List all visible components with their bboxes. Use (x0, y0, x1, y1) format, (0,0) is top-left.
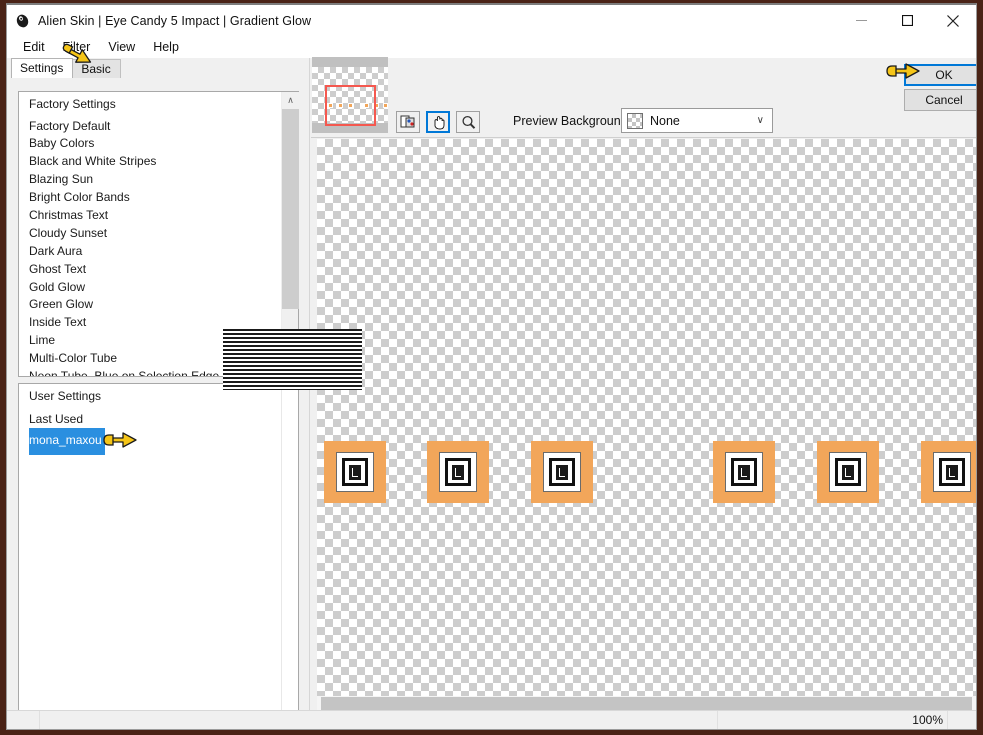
pointer-hand-cursor-mona-maxou (101, 427, 141, 453)
hand-pan-tool-button[interactable] (426, 111, 450, 133)
preview-tile (713, 441, 775, 503)
cancel-button[interactable]: Cancel (904, 89, 976, 111)
preview-background-label: Preview Background: (513, 114, 632, 128)
navigator-viewport-rect[interactable] (325, 85, 376, 126)
menu-bar: Edit Filter View Help (7, 36, 976, 58)
window-controls (838, 5, 976, 36)
user-settings-list[interactable]: User Settings Last Used mona_maxou (18, 383, 299, 720)
watermark-logo: claudia creations (223, 329, 362, 390)
maximize-button[interactable] (884, 5, 930, 36)
preview-tile (921, 441, 976, 503)
title-bar: Alien Skin | Eye Candy 5 Impact | Gradie… (7, 5, 976, 36)
list-item[interactable]: Factory Settings (19, 92, 281, 118)
list-item[interactable]: Ghost Text (19, 261, 281, 279)
pointer-hand-cursor-ok (884, 57, 924, 83)
watermark-stripes (223, 329, 362, 390)
preview-toolbar: Preview Background: None ∨ OK Cancel (311, 57, 976, 138)
menu-view[interactable]: View (99, 38, 144, 56)
preview-tile (817, 441, 879, 503)
list-item[interactable]: Gold Glow (19, 279, 281, 297)
user-list-scrollbar[interactable] (281, 384, 298, 719)
list-item[interactable]: Factory Default (19, 118, 281, 136)
preview-background-dropdown[interactable]: None ∨ (621, 108, 773, 133)
transparency-swatch-icon (627, 112, 643, 129)
preview-canvas[interactable] (317, 139, 976, 713)
list-item[interactable]: Baby Colors (19, 135, 281, 153)
list-item[interactable]: Dark Aura (19, 243, 281, 261)
chevron-down-icon[interactable]: ∨ (757, 115, 764, 126)
user-list-items: User Settings Last Used mona_maxou (19, 384, 281, 455)
preview-panel: Preview Background: None ∨ OK Cancel (311, 57, 976, 713)
user-list-viewport: User Settings Last Used mona_maxou (19, 384, 281, 719)
app-icon (15, 13, 31, 29)
list-item[interactable]: Blazing Sun (19, 171, 281, 189)
navigator-checkerboard (312, 67, 388, 126)
panel-tabs: Settings Basic (11, 58, 309, 78)
compare-preview-tool-button[interactable] (396, 111, 420, 133)
menu-edit[interactable]: Edit (14, 38, 54, 56)
zoom-level: 100% (912, 713, 943, 727)
pointer-hand-cursor-filter (59, 41, 99, 71)
minimize-button[interactable] (838, 5, 884, 36)
preview-background-value: None (650, 113, 680, 128)
canvas-checkerboard (317, 139, 976, 713)
list-item[interactable]: Black and White Stripes (19, 153, 281, 171)
list-item[interactable]: Cloudy Sunset (19, 225, 281, 243)
list-item-selected[interactable]: mona_maxou (29, 428, 105, 455)
list-item[interactable]: Last Used (19, 411, 281, 429)
main-content: Settings Basic Factory Settings Factory … (7, 57, 976, 729)
preview-tile (427, 441, 489, 503)
preview-tile (531, 441, 593, 503)
close-button[interactable] (930, 5, 976, 36)
status-bar: 100% (7, 710, 976, 729)
scroll-up-icon[interactable]: ∧ (282, 92, 299, 109)
scrollbar-thumb[interactable] (282, 109, 299, 309)
settings-panel: Settings Basic Factory Settings Factory … (7, 58, 362, 729)
list-item[interactable]: Bright Color Bands (19, 189, 281, 207)
navigator-thumbnail[interactable] (312, 57, 388, 133)
application-window: Alien Skin | Eye Candy 5 Impact | Gradie… (6, 3, 977, 730)
preview-tile (324, 441, 386, 503)
menu-help[interactable]: Help (144, 38, 188, 56)
zoom-tool-button[interactable] (456, 111, 480, 133)
window-title: Alien Skin | Eye Candy 5 Impact | Gradie… (38, 13, 312, 28)
list-item[interactable]: Christmas Text (19, 207, 281, 225)
list-item[interactable]: Green Glow (19, 296, 281, 314)
